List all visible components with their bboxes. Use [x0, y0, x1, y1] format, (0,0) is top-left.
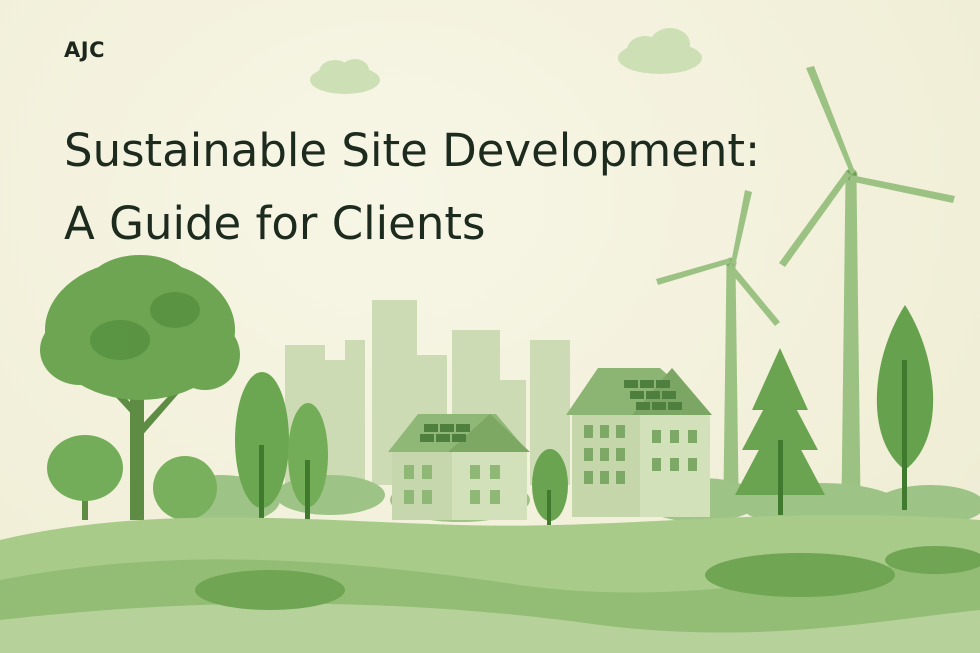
page-title: Sustainable Site Development: A Guide fo…	[64, 114, 944, 260]
house-icon	[566, 368, 712, 517]
tree-icon	[47, 435, 123, 520]
hero-banner: AJC Sustainable Site Development: A Guid…	[0, 0, 980, 653]
cloud-icon	[310, 59, 380, 94]
tree-icon	[532, 449, 568, 525]
landscape-illustration	[0, 28, 980, 653]
page-title-line-1: Sustainable Site Development:	[64, 124, 761, 177]
house-icon	[388, 414, 530, 520]
tree-icon	[876, 305, 934, 510]
page-title-line-2: A Guide for Clients	[64, 197, 486, 250]
tree-icon	[735, 348, 825, 515]
tree-icon	[153, 456, 217, 520]
cloud-icon	[618, 28, 702, 74]
brand-logo: AJC	[64, 38, 105, 62]
